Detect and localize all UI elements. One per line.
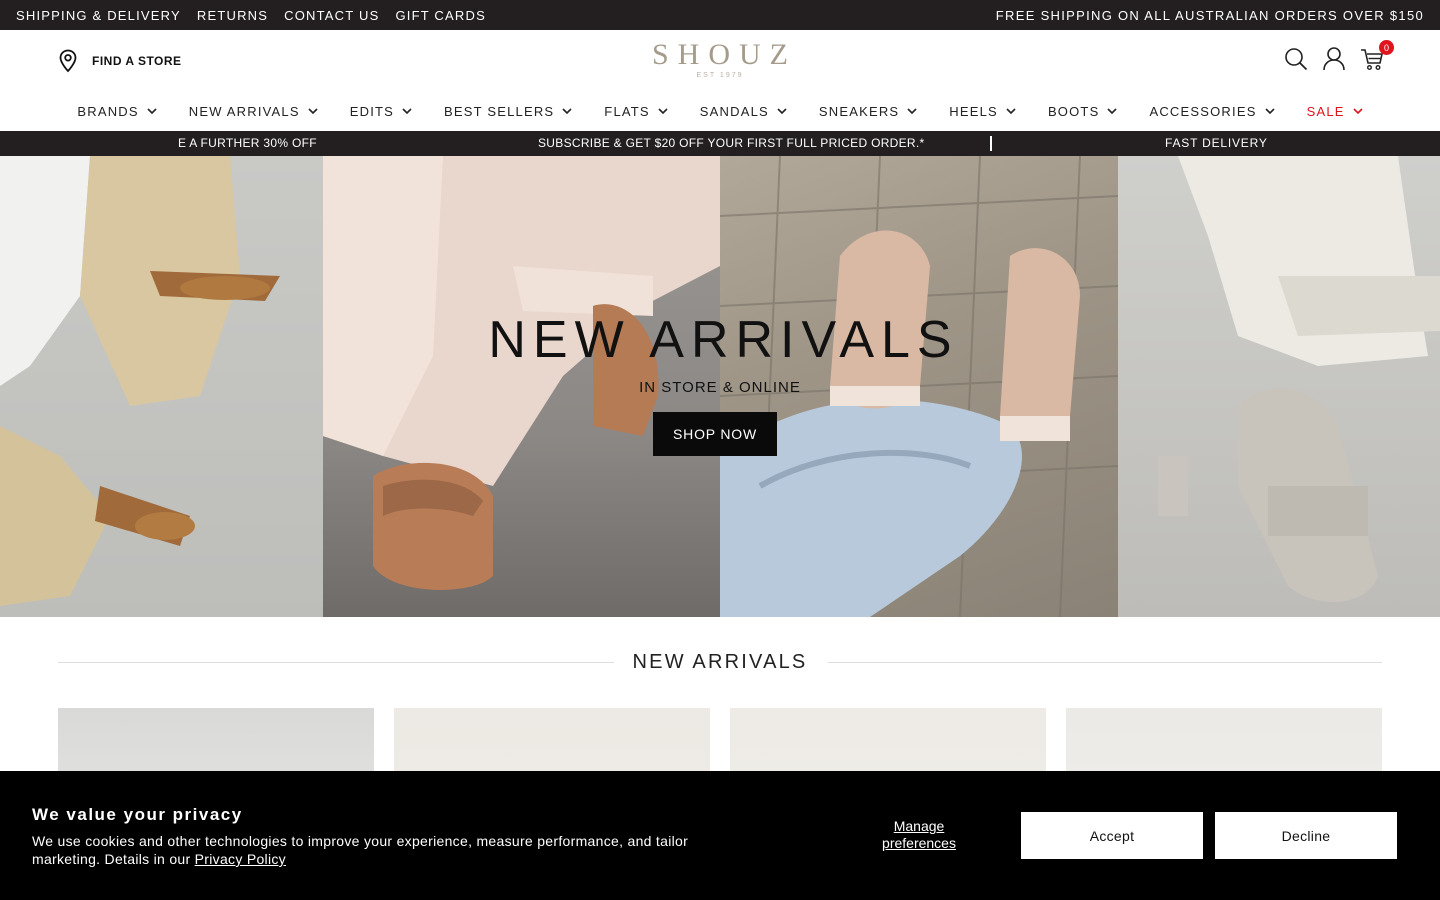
logo-est: EST 1979 bbox=[696, 72, 744, 79]
nav-edits[interactable]: EDITS bbox=[334, 104, 428, 119]
gift-cards-link[interactable]: GIFT CARDS bbox=[395, 8, 486, 23]
search-button[interactable] bbox=[1284, 46, 1308, 72]
chevron-down-icon bbox=[402, 108, 412, 115]
hero-title: NEW ARRIVALS bbox=[488, 311, 959, 369]
cart-count-badge: 0 bbox=[1379, 40, 1394, 55]
header-actions: 0 bbox=[1284, 40, 1394, 72]
chevron-down-icon bbox=[1107, 108, 1118, 115]
user-icon bbox=[1323, 47, 1345, 71]
new-arrivals-heading: NEW ARRIVALS bbox=[0, 617, 1440, 708]
nav-label: FLATS bbox=[604, 104, 650, 119]
utility-links: SHIPPING & DELIVERY RETURNS CONTACT US G… bbox=[16, 8, 486, 23]
marquee-item: FAST DELIVERY bbox=[1165, 136, 1268, 150]
decline-button[interactable]: Decline bbox=[1215, 812, 1397, 859]
find-store-link[interactable]: FIND A STORE bbox=[58, 49, 182, 73]
nav-boots[interactable]: BOOTS bbox=[1032, 104, 1134, 119]
nav-label: EDITS bbox=[349, 104, 395, 119]
shipping-delivery-link[interactable]: SHIPPING & DELIVERY bbox=[16, 8, 181, 23]
cookie-text: We use cookies and other technologies to… bbox=[32, 832, 732, 868]
hero-subtitle: IN STORE & ONLINE bbox=[639, 379, 801, 396]
accept-button[interactable]: Accept bbox=[1021, 812, 1203, 859]
chevron-down-icon bbox=[1006, 108, 1016, 115]
shop-now-button[interactable]: SHOP NOW bbox=[653, 412, 777, 456]
chevron-down-icon bbox=[1353, 108, 1363, 115]
hero-banner[interactable]: NEW ARRIVALS IN STORE & ONLINE SHOP NOW bbox=[0, 156, 1440, 617]
nav-sandals[interactable]: SANDALS bbox=[684, 104, 803, 119]
nav-label: SANDALS bbox=[699, 104, 769, 119]
chevron-down-icon bbox=[777, 108, 787, 115]
nav-best-sellers[interactable]: BEST SELLERS bbox=[428, 104, 588, 119]
chevron-down-icon bbox=[658, 108, 668, 115]
shipping-promo: FREE SHIPPING ON ALL AUSTRALIAN ORDERS O… bbox=[995, 7, 1424, 23]
nav-heels[interactable]: HEELS bbox=[933, 104, 1032, 119]
search-icon bbox=[1285, 48, 1308, 71]
nav-label: HEELS bbox=[949, 104, 998, 119]
nav-label: BRANDS bbox=[77, 104, 139, 119]
chevron-down-icon bbox=[147, 108, 157, 115]
contact-us-link[interactable]: CONTACT US bbox=[284, 8, 379, 23]
nav-label: BOOTS bbox=[1047, 104, 1100, 119]
cookie-consent-banner: We value your privacy We use cookies and… bbox=[0, 771, 1440, 900]
chevron-down-icon bbox=[907, 108, 917, 115]
nav-sale[interactable]: SALE bbox=[1291, 104, 1379, 119]
logo-wordmark: SHOUZ bbox=[651, 38, 798, 71]
cart-button[interactable]: 0 bbox=[1360, 40, 1394, 72]
cookie-title: We value your privacy bbox=[32, 805, 243, 824]
chevron-down-icon bbox=[562, 108, 572, 115]
nav-label: SNEAKERS bbox=[818, 104, 900, 119]
nav-label: BEST SELLERS bbox=[444, 104, 555, 119]
location-pin-icon bbox=[59, 49, 77, 73]
announcement-marquee: E A FURTHER 30% OFF SUBSCRIBE & GET $20 … bbox=[0, 131, 1440, 156]
cookie-body: We use cookies and other technologies to… bbox=[32, 833, 689, 867]
heading-divider-right bbox=[828, 662, 1382, 663]
utility-bar: SHIPPING & DELIVERY RETURNS CONTACT US G… bbox=[0, 0, 1440, 30]
privacy-policy-link[interactable]: Privacy Policy bbox=[195, 851, 286, 867]
nav-label: ACCESSORIES bbox=[1149, 104, 1257, 119]
find-store-label: FIND A STORE bbox=[92, 54, 182, 68]
section-title: NEW ARRIVALS bbox=[632, 651, 808, 673]
nav-brands[interactable]: BRANDS bbox=[61, 104, 172, 119]
account-button[interactable] bbox=[1322, 46, 1346, 72]
marquee-item: SUBSCRIBE & GET $20 OFF YOUR FIRST FULL … bbox=[538, 136, 925, 150]
returns-link[interactable]: RETURNS bbox=[197, 8, 268, 23]
nav-label: NEW ARRIVALS bbox=[188, 104, 300, 119]
marquee-divider bbox=[990, 136, 992, 151]
nav-accessories[interactable]: ACCESSORIES bbox=[1133, 104, 1290, 119]
chevron-down-icon bbox=[1265, 108, 1275, 115]
heading-divider-left bbox=[58, 662, 614, 663]
hero-content: NEW ARRIVALS IN STORE & ONLINE SHOP NOW bbox=[0, 313, 1440, 456]
nav-sneakers[interactable]: SNEAKERS bbox=[803, 104, 933, 119]
chevron-down-icon bbox=[308, 108, 318, 115]
nav-flats[interactable]: FLATS bbox=[588, 104, 684, 119]
nav-new-arrivals[interactable]: NEW ARRIVALS bbox=[173, 104, 334, 119]
manage-preferences-link[interactable]: Manage preferences bbox=[868, 818, 970, 852]
marquee-item: E A FURTHER 30% OFF bbox=[178, 136, 317, 150]
main-navigation: BRANDS NEW ARRIVALS EDITS BEST SELLERS F… bbox=[0, 92, 1440, 131]
site-header: FIND A STORE SHOUZ EST 1979 0 bbox=[0, 30, 1440, 92]
nav-label: SALE bbox=[1306, 104, 1345, 119]
shouz-logo[interactable]: SHOUZ EST 1979 bbox=[643, 38, 798, 80]
